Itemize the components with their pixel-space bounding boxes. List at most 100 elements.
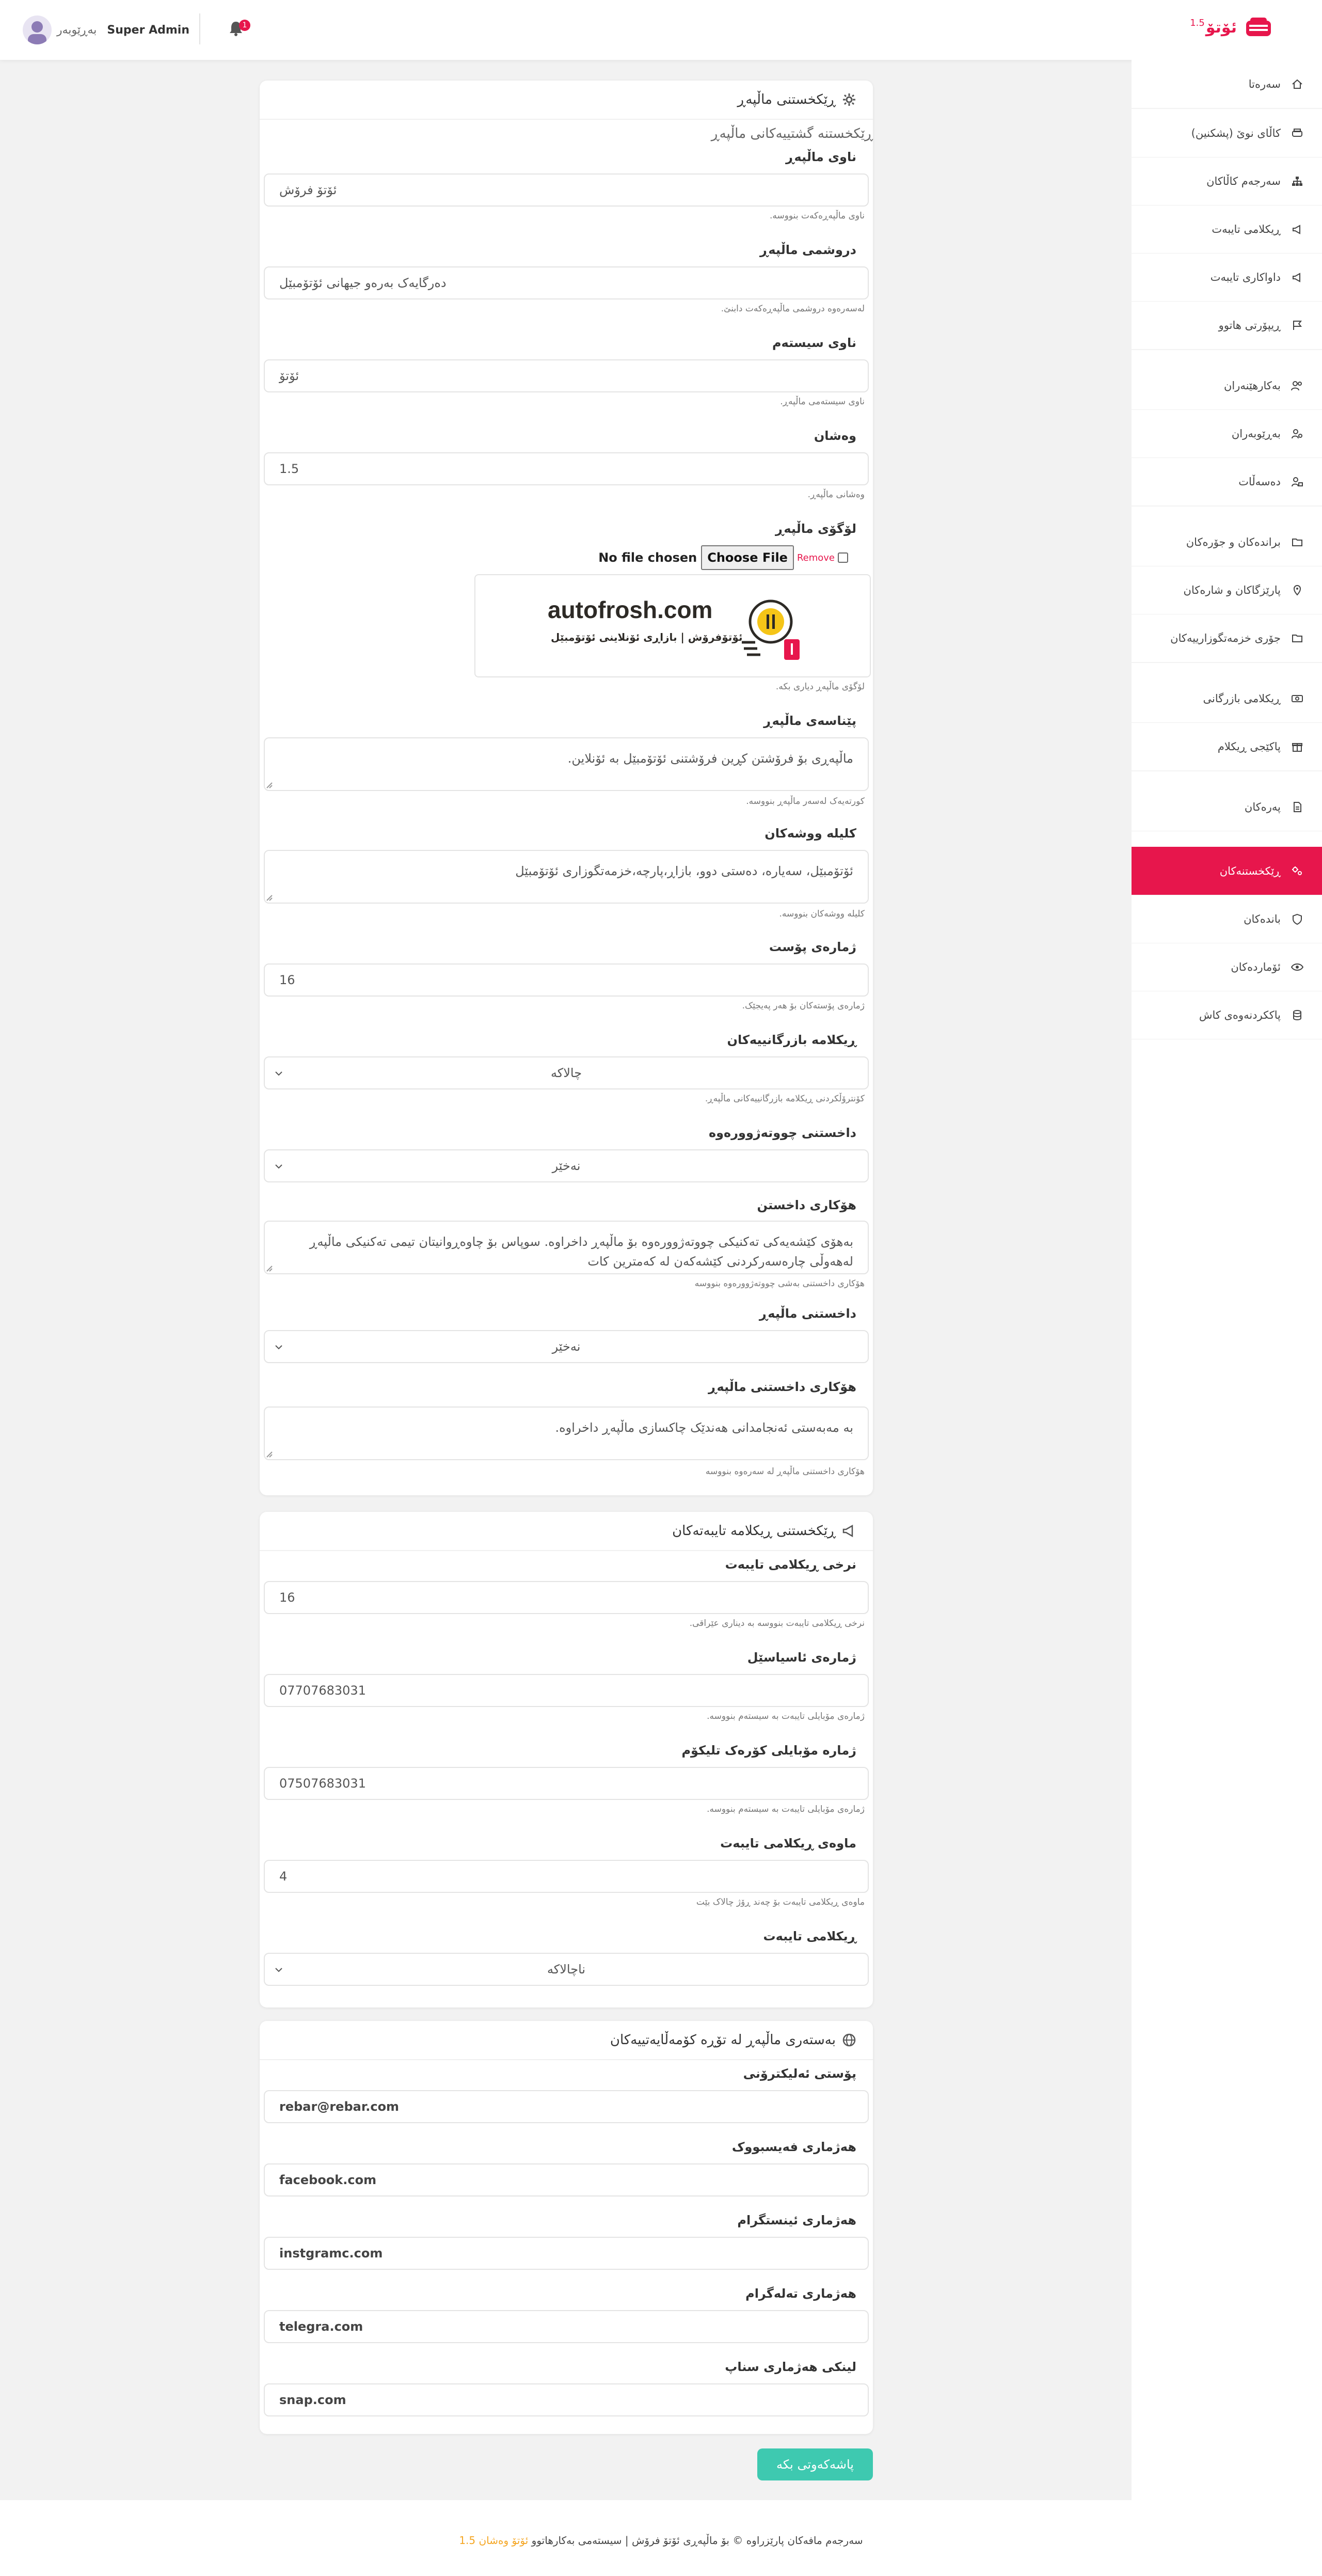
footer-copyright: سەرجەم مافەکان پارێزراوە © بۆ ماڵپەڕی ئۆ… [531, 2534, 863, 2547]
site-name-input[interactable]: ئۆتۆ فرۆش [264, 173, 869, 207]
keywords-textarea[interactable]: ئۆتۆمبێل، سەیارە، دەستی دوو، بازاڕ،پارچە… [264, 850, 869, 904]
asiacell-label: ژمارەی ئاسیاسێل [747, 1650, 856, 1665]
post-count-help: ژمارەی پۆستەکان بۆ هەر پەیجێک. [742, 1001, 865, 1011]
user-name: Super Admin [107, 23, 189, 37]
site-shutdown-select[interactable]: نەخێر [264, 1330, 869, 1363]
eye-icon [1290, 960, 1304, 974]
sidebar-item-home[interactable]: سەرەتا [1132, 60, 1322, 108]
email-field[interactable]: rebar@rebar.com [264, 2090, 869, 2123]
post-count-input[interactable]: 16 [264, 963, 869, 997]
card-title: بەستەری ماڵپەڕ لە تۆڕە کۆمەڵایەتییەکان [610, 2032, 836, 2048]
system-name-label: ناوی سیستەم [772, 336, 856, 350]
gear-icon [843, 93, 855, 106]
choose-file-button[interactable]: Choose File [701, 545, 794, 570]
sidebar-item-reports[interactable]: ڕیپۆرتی هاتوو [1132, 301, 1322, 350]
instagram-input[interactable]: instgramc.com [264, 2237, 869, 2270]
card-header: ڕێکخستنی ماڵپەڕ [260, 81, 873, 120]
special-ad-status-label: ڕیکلامی تایبەت [763, 1929, 856, 1943]
sidebar-item-admins[interactable]: بەڕێوبەران [1132, 409, 1322, 458]
snapchat-input[interactable]: snap.com [264, 2383, 869, 2416]
resize-handle-icon[interactable] [266, 894, 273, 902]
user-role: بەڕێوبەر [57, 23, 97, 37]
sidebar-item-settings[interactable]: ڕێکخستنەکان [1132, 847, 1322, 895]
system-name-help: ناوی سیستەمی ماڵپەڕ. [780, 397, 865, 407]
footer-version-link[interactable]: ئۆتۆ وەشان 1.5 [459, 2534, 528, 2547]
sidebar-item-label: ڕیپۆرتی هاتوو [1218, 319, 1281, 331]
korek-help: ژمارەی مۆبایلی تایبەت بە سیستەم بنووسە. [707, 1804, 865, 1814]
sidebar-item-provinces[interactable]: پارێزگاکان و شارەکان [1132, 566, 1322, 614]
sidebar-item-visits[interactable]: ئۆماردەکان [1132, 943, 1322, 991]
sidebar-item-new-products[interactable]: کاڵای نوێ (پشکنین) [1132, 109, 1322, 157]
instagram-label: هەژماری ئینستگرام [737, 2213, 856, 2227]
special-ad-duration-input[interactable]: 4 [264, 1860, 869, 1893]
sidebar-item-commercial-ads[interactable]: ڕیکلامی بازرگانی [1132, 674, 1322, 723]
description-textarea[interactable]: ماڵپەڕی بۆ فرۆشتن کڕین فرۆشتنی ئۆتۆمبێل … [264, 737, 869, 791]
resize-handle-icon[interactable] [266, 1265, 273, 1272]
sidebar-item-pages[interactable]: پەرەکان [1132, 783, 1322, 831]
sidebar-item-all-products[interactable]: سەرجەم کاڵاکان [1132, 157, 1322, 206]
sidebar-item-label: باندەکان [1244, 912, 1281, 925]
map-pin-icon [1290, 583, 1304, 597]
site-shutdown-reason-textarea[interactable]: بە مەبەستی ئەنجامدانی هەندێک چاکسازی ماڵ… [264, 1406, 869, 1460]
sidebar-item-users[interactable]: بەکارهێنەران [1132, 361, 1322, 410]
user-menu[interactable]: بەڕێوبەر Super Admin [23, 15, 189, 44]
post-count-label: ژمارەی پۆست [769, 940, 856, 954]
asiacell-input[interactable]: 07707683031 [264, 1674, 869, 1707]
key-logo-icon [742, 599, 800, 660]
korek-input[interactable]: 07507683031 [264, 1767, 869, 1800]
site-shutdown-value: نەخێر [552, 1339, 581, 1354]
chevron-down-icon [275, 1968, 282, 1972]
general-settings-card: ڕێکخستنی ماڵپەڕ ڕێکخستنە گشتییەکانی ماڵپ… [260, 81, 873, 1495]
card-title: ڕێکخستنی ڕیکلامە تایبەتەکان [672, 1523, 836, 1539]
sidebar-item-ad-packages[interactable]: پاکێجی ڕیکلام [1132, 722, 1322, 771]
sidebar-item-label: بەکارهێنەران [1223, 379, 1281, 392]
shutdown-section-select[interactable]: نەخێر [264, 1149, 869, 1182]
sidebar-item-service-types[interactable]: جۆری خزمەتگوزارییەکان [1132, 614, 1322, 662]
site-logo[interactable]: ئۆتۆ 1.5 [1190, 15, 1273, 39]
shutdown-reason-label: هۆکاری داخستن [757, 1198, 856, 1212]
resize-handle-icon[interactable] [266, 1451, 273, 1458]
commercial-ads-select[interactable]: چالاکە [264, 1056, 869, 1089]
sidebar-item-permissions[interactable]: دەسەڵات [1132, 457, 1322, 506]
chevron-down-icon [275, 1071, 282, 1076]
save-button[interactable]: پاشەکەوتی بکە [757, 2448, 873, 2480]
keywords-text: ئۆتۆمبێل، سەیارە، دەستی دوو، بازاڕ،پارچە… [515, 864, 853, 878]
keywords-help: کلیلە ووشەکان بنووسە. [779, 909, 865, 919]
resize-handle-icon[interactable] [266, 782, 273, 789]
folder-icon [1290, 631, 1304, 645]
site-shutdown-reason-label: هۆکاری داخستنی ماڵپەڕ [708, 1380, 856, 1394]
social-links-card: بەستەری ماڵپەڕ لە تۆڕە کۆمەڵایەتییەکان پ… [260, 2021, 873, 2434]
sidebar-item-label: براندەکان و جۆرەکان [1186, 535, 1281, 548]
sidebar-item-special-requests[interactable]: داواکاری تایبەت [1132, 253, 1322, 302]
system-name-input[interactable]: ئۆتۆ [264, 359, 869, 392]
sidebar-item-label: پاککردنەوەی کاش [1199, 1008, 1281, 1021]
description-help: کورتەیەک لەسەر ماڵپەڕ بنووسە. [746, 796, 865, 807]
logo-help: لۆگۆی ماڵپەڕ دیاری بکە. [775, 682, 865, 692]
chevron-down-icon [275, 1345, 282, 1350]
shutdown-reason-textarea[interactable]: بەهۆی کێشەیەکی تەکنیکی چووتەژوورەوە بۆ م… [264, 1221, 869, 1274]
version-input[interactable]: 1.5 [264, 452, 869, 485]
gift-icon [1290, 739, 1304, 754]
special-ad-duration-help: ماوەی ڕیکلامی تایبەت بۆ چەند ڕۆژ چالاک ب… [696, 1897, 865, 1907]
facebook-input[interactable]: facebook.com [264, 2163, 869, 2196]
site-slogan-input[interactable]: دەرگایەک بەرەو جیهانی ئۆتۆمبێل [264, 266, 869, 299]
remove-logo-checkbox[interactable] [838, 552, 848, 563]
sidebar-item-clear-cache[interactable]: پاککردنەوەی کاش [1132, 991, 1322, 1039]
shutdown-section-label: داخستنی چووتەژوورەوە [708, 1126, 856, 1140]
sidebar-item-brands[interactable]: براندەکان و جۆرەکان [1132, 518, 1322, 566]
special-ad-status-select[interactable]: ناچالاکە [264, 1953, 869, 1986]
sidebar-item-bans[interactable]: باندەکان [1132, 895, 1322, 943]
sidebar-item-special-ads[interactable]: ڕیکلامی تایبەت [1132, 205, 1322, 254]
home-icon [1290, 77, 1304, 91]
snapchat-label: لینکی هەژماری سناپ [725, 2360, 856, 2374]
version-help: وەشانی ماڵپەڕ. [807, 489, 865, 500]
logo-file-picker[interactable]: No file chosen Choose File Remove [487, 545, 848, 570]
logo-brand-tagline: ئۆتۆفرۆش | بازاڕی ئۆنلاینی ئۆتۆمبێل [551, 631, 743, 643]
flag-icon [1290, 318, 1304, 333]
site-name-help: ناوی ماڵپەڕەکەت بنووسە. [769, 211, 865, 221]
site-name-label: ناوی ماڵپەڕ [786, 150, 856, 164]
sidebar-item-label: بەڕێوبەران [1231, 427, 1281, 440]
special-ad-price-input[interactable]: 16 [264, 1581, 869, 1614]
telegram-input[interactable]: telegra.com [264, 2310, 869, 2343]
facebook-label: هەژماری فەیسبووک [731, 2140, 856, 2154]
